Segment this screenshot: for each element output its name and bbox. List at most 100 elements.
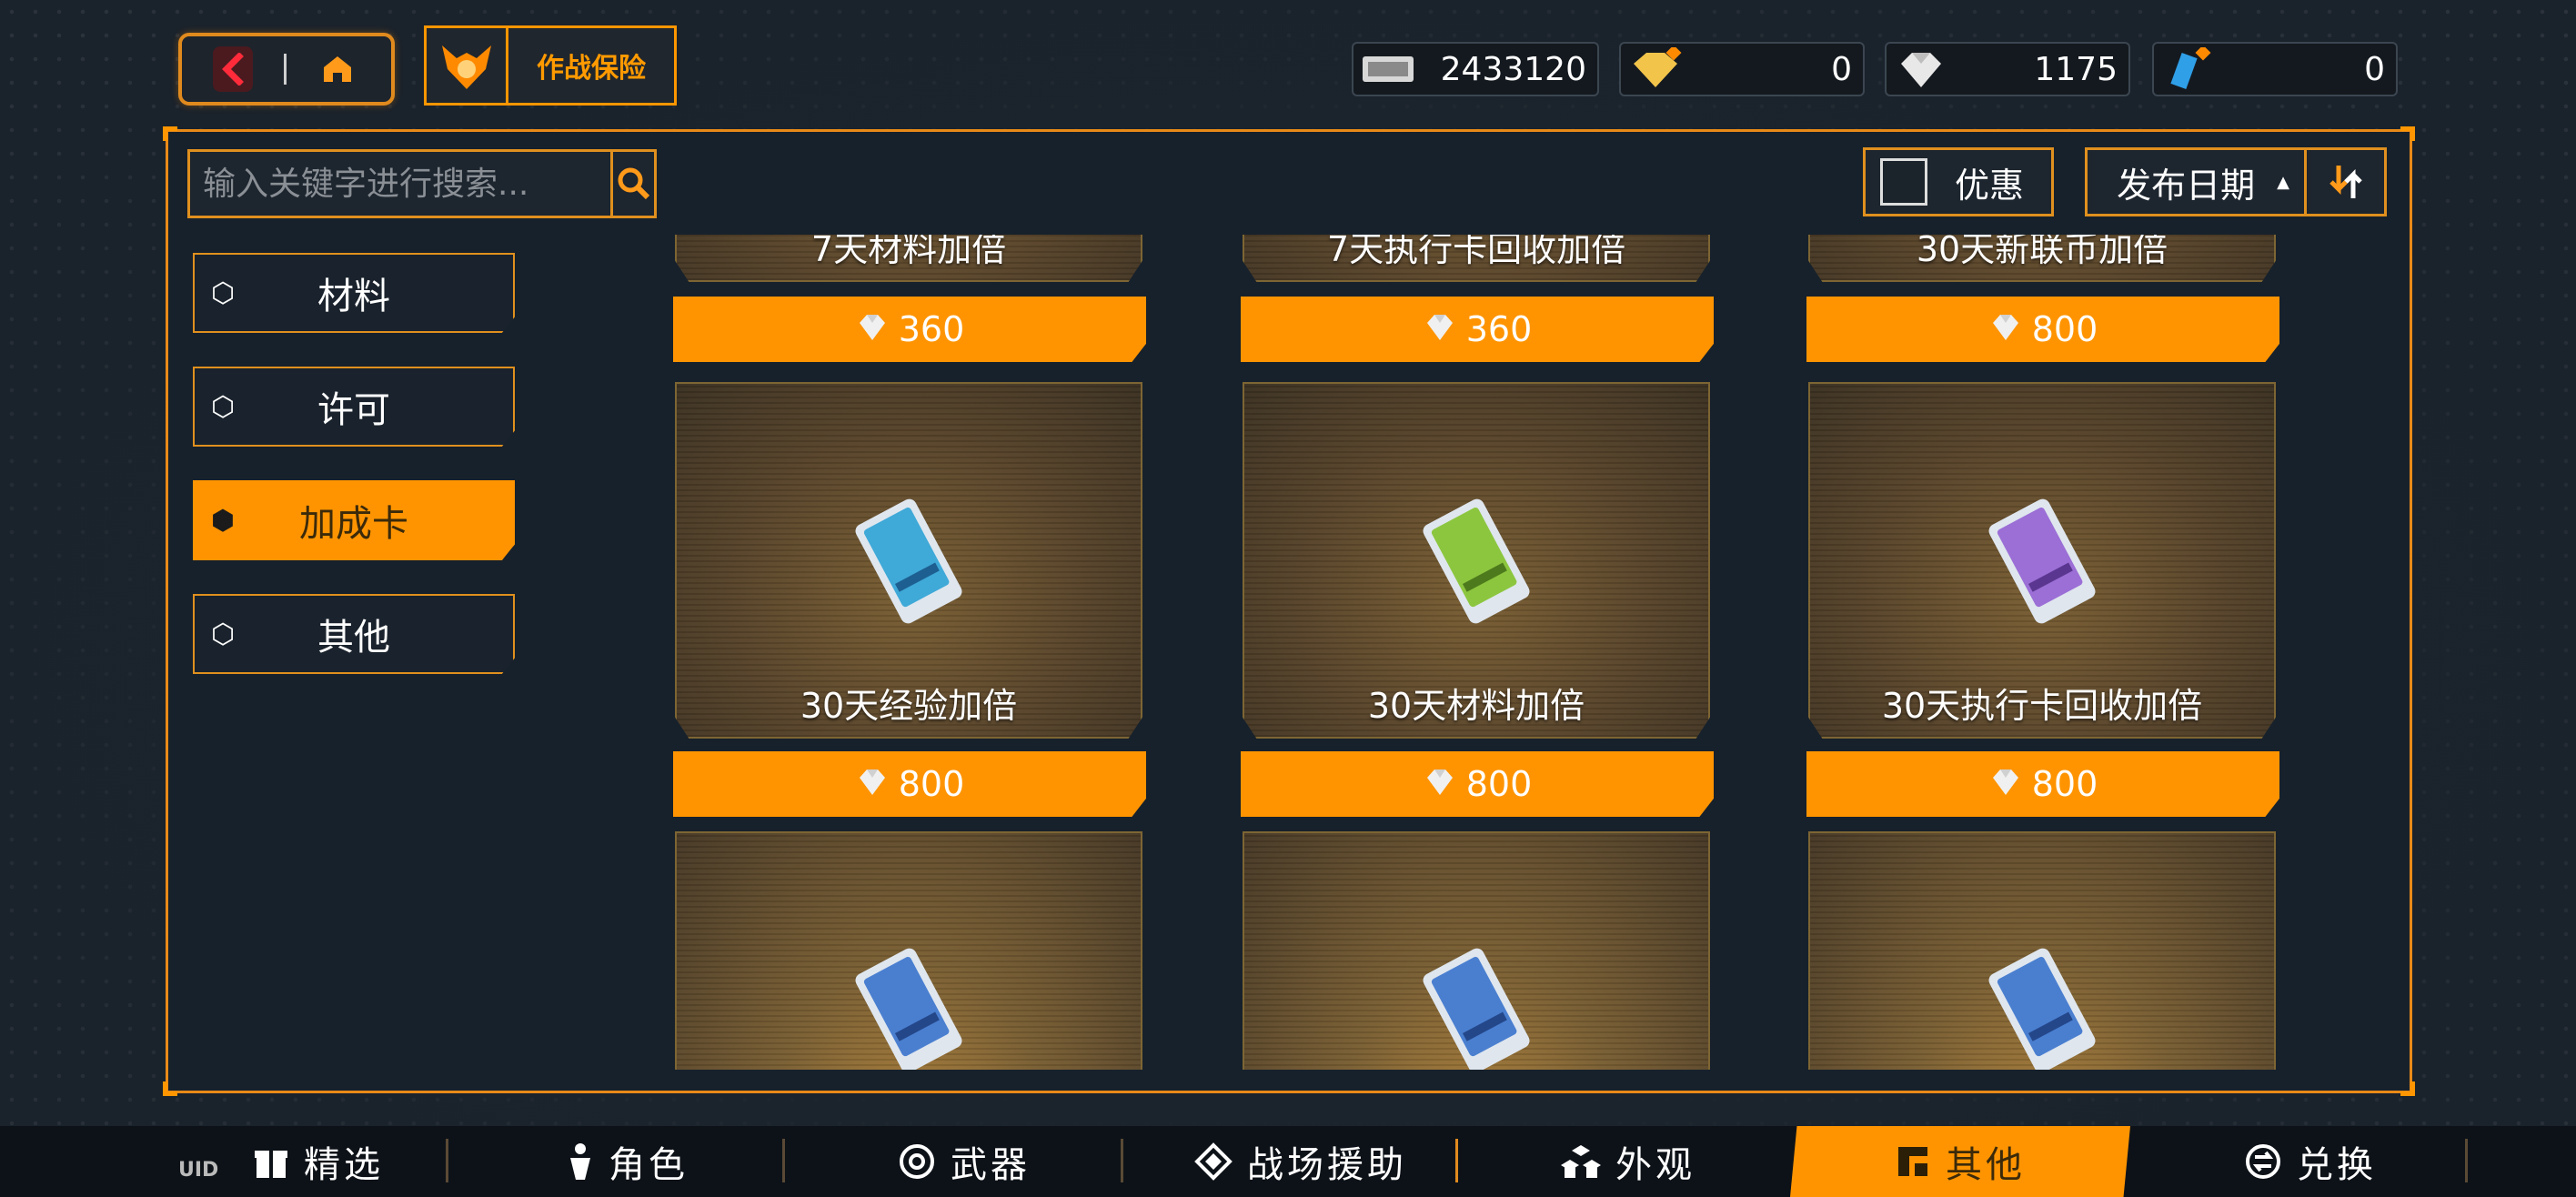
currency-gold-diamond: 0: [1619, 42, 1865, 96]
diamond-icon: [855, 767, 890, 801]
item-card: 30天材料加倍: [1243, 382, 1710, 739]
item-card: [1243, 831, 1710, 1070]
category-label: 材料: [317, 276, 390, 317]
item-card: 7天材料加倍: [675, 235, 1142, 282]
tab-divider: [782, 1139, 785, 1182]
tab-divider: [1455, 1139, 1458, 1182]
tab-featured[interactable]: 精选: [209, 1126, 428, 1197]
search-input[interactable]: [190, 152, 610, 216]
item-card: [1808, 831, 2276, 1070]
boost-card-material-icon: [1423, 498, 1530, 624]
item-grid: 7天材料加倍 360 7天执行卡回收加倍 360 30天新联币加倍 800 30…: [669, 235, 2289, 1070]
boost-card-recycle-icon: [1988, 498, 2096, 624]
discount-filter-toggle[interactable]: 优惠: [1863, 147, 2054, 216]
ticket-icon: [1363, 56, 1414, 82]
category-label: 许可: [317, 389, 390, 431]
boost-card-icon: [855, 948, 962, 1070]
price-button[interactable]: 800: [1241, 751, 1714, 817]
sort-order-icon: [2329, 166, 2362, 198]
tab-label: 角色: [609, 1144, 689, 1186]
item-name: 7天材料加倍: [810, 235, 1007, 269]
price-button[interactable]: 800: [1806, 297, 2279, 362]
tab-divider: [446, 1139, 448, 1182]
insurance-emblem-icon: [427, 28, 508, 103]
search-bar: [187, 149, 657, 218]
tab-divider: [1121, 1139, 1123, 1182]
price-button[interactable]: 800: [673, 751, 1146, 817]
price-value: 800: [1465, 764, 1533, 804]
category-other[interactable]: ⬡ 其他: [193, 594, 515, 674]
item-card: [675, 831, 1142, 1070]
home-button[interactable]: [287, 36, 388, 102]
tab-battle-support[interactable]: 战场援助: [1164, 1126, 1437, 1197]
category-materials[interactable]: ⬡ 材料: [193, 253, 515, 333]
category-label: 其他: [317, 617, 390, 659]
discount-checkbox[interactable]: [1880, 158, 1927, 206]
frame-corner: [2400, 126, 2415, 141]
sort-dropdown[interactable]: 发布日期: [2088, 157, 2277, 207]
currency-value: 2433120: [1440, 50, 1586, 88]
diamond-icon: [1901, 53, 1941, 87]
person-icon: [570, 1143, 590, 1180]
price-button[interactable]: 360: [673, 297, 1146, 362]
chevron-left-icon: [213, 46, 253, 92]
tab-characters[interactable]: 角色: [509, 1126, 746, 1197]
item-name: 30天执行卡回收加倍: [1881, 686, 2203, 726]
blue-crystal-icon: [2170, 47, 2211, 89]
tab-other[interactable]: 其他: [1790, 1126, 2130, 1197]
boost-card-icon: [1423, 948, 1530, 1070]
tab-label: 精选: [304, 1144, 384, 1186]
price-value: 800: [2031, 309, 2098, 349]
sort-control: 发布日期 ▲: [2085, 147, 2387, 216]
search-button[interactable]: [610, 152, 654, 216]
insurance-label: 作战保险: [537, 53, 646, 85]
category-label: 加成卡: [299, 503, 408, 545]
tab-label: 兑换: [2297, 1144, 2377, 1186]
frame-corner: [163, 126, 177, 141]
hexagon-filled-icon: ⬢: [210, 504, 236, 537]
gold-diamond-icon: [1634, 47, 1682, 87]
price-value: 800: [2031, 764, 2098, 804]
combat-insurance-button[interactable]: 作战保险: [424, 25, 677, 106]
nav-group: [178, 33, 395, 106]
tab-weapons[interactable]: 武器: [846, 1126, 1082, 1197]
tab-label: 其他: [1946, 1144, 2026, 1186]
price-value: 360: [898, 309, 965, 349]
price-value: 800: [898, 764, 965, 804]
support-icon: [1194, 1142, 1233, 1181]
currency-ticket: 2433120: [1352, 42, 1599, 96]
hexagon-icon: ⬡: [210, 390, 236, 423]
tab-divider: [2465, 1139, 2468, 1182]
hexagon-icon: ⬡: [210, 618, 236, 650]
price-button[interactable]: 800: [1806, 751, 2279, 817]
diamond-icon: [1423, 312, 1457, 347]
home-icon: [324, 56, 351, 82]
currency-value: 0: [2364, 50, 2385, 88]
category-boost-cards[interactable]: ⬢ 加成卡: [193, 480, 515, 560]
currency-diamond: 1175: [1885, 42, 2130, 96]
currency-blue-crystal: 0: [2152, 42, 2398, 96]
price-button[interactable]: 360: [1241, 297, 1714, 362]
diamond-icon: [1423, 767, 1457, 801]
search-icon: [618, 167, 649, 200]
frame-corner: [163, 1081, 177, 1096]
item-card: 30天经验加倍: [675, 382, 1142, 739]
uid-label: UID: [178, 1159, 219, 1182]
tab-exchange[interactable]: 兑换: [2201, 1126, 2420, 1197]
tab-label: 武器: [951, 1144, 1031, 1186]
other-icon: [1898, 1147, 1927, 1176]
discount-label: 优惠: [1954, 165, 2024, 206]
sort-direction-button[interactable]: [2304, 150, 2384, 214]
currency-value: 0: [1831, 50, 1852, 88]
back-button[interactable]: [182, 36, 284, 102]
boost-card-exp-icon: [855, 498, 962, 624]
cubes-icon: [1561, 1145, 1601, 1178]
gift-icon: [255, 1151, 287, 1178]
item-name: 7天执行卡回收加倍: [1326, 235, 1626, 269]
boost-card-icon: [1988, 948, 2096, 1070]
category-permits[interactable]: ⬡ 许可: [193, 367, 515, 447]
tab-appearance[interactable]: 外观: [1510, 1126, 1746, 1197]
currency-value: 1175: [2034, 50, 2118, 88]
target-icon: [900, 1144, 934, 1179]
exchange-icon: [2246, 1144, 2280, 1179]
